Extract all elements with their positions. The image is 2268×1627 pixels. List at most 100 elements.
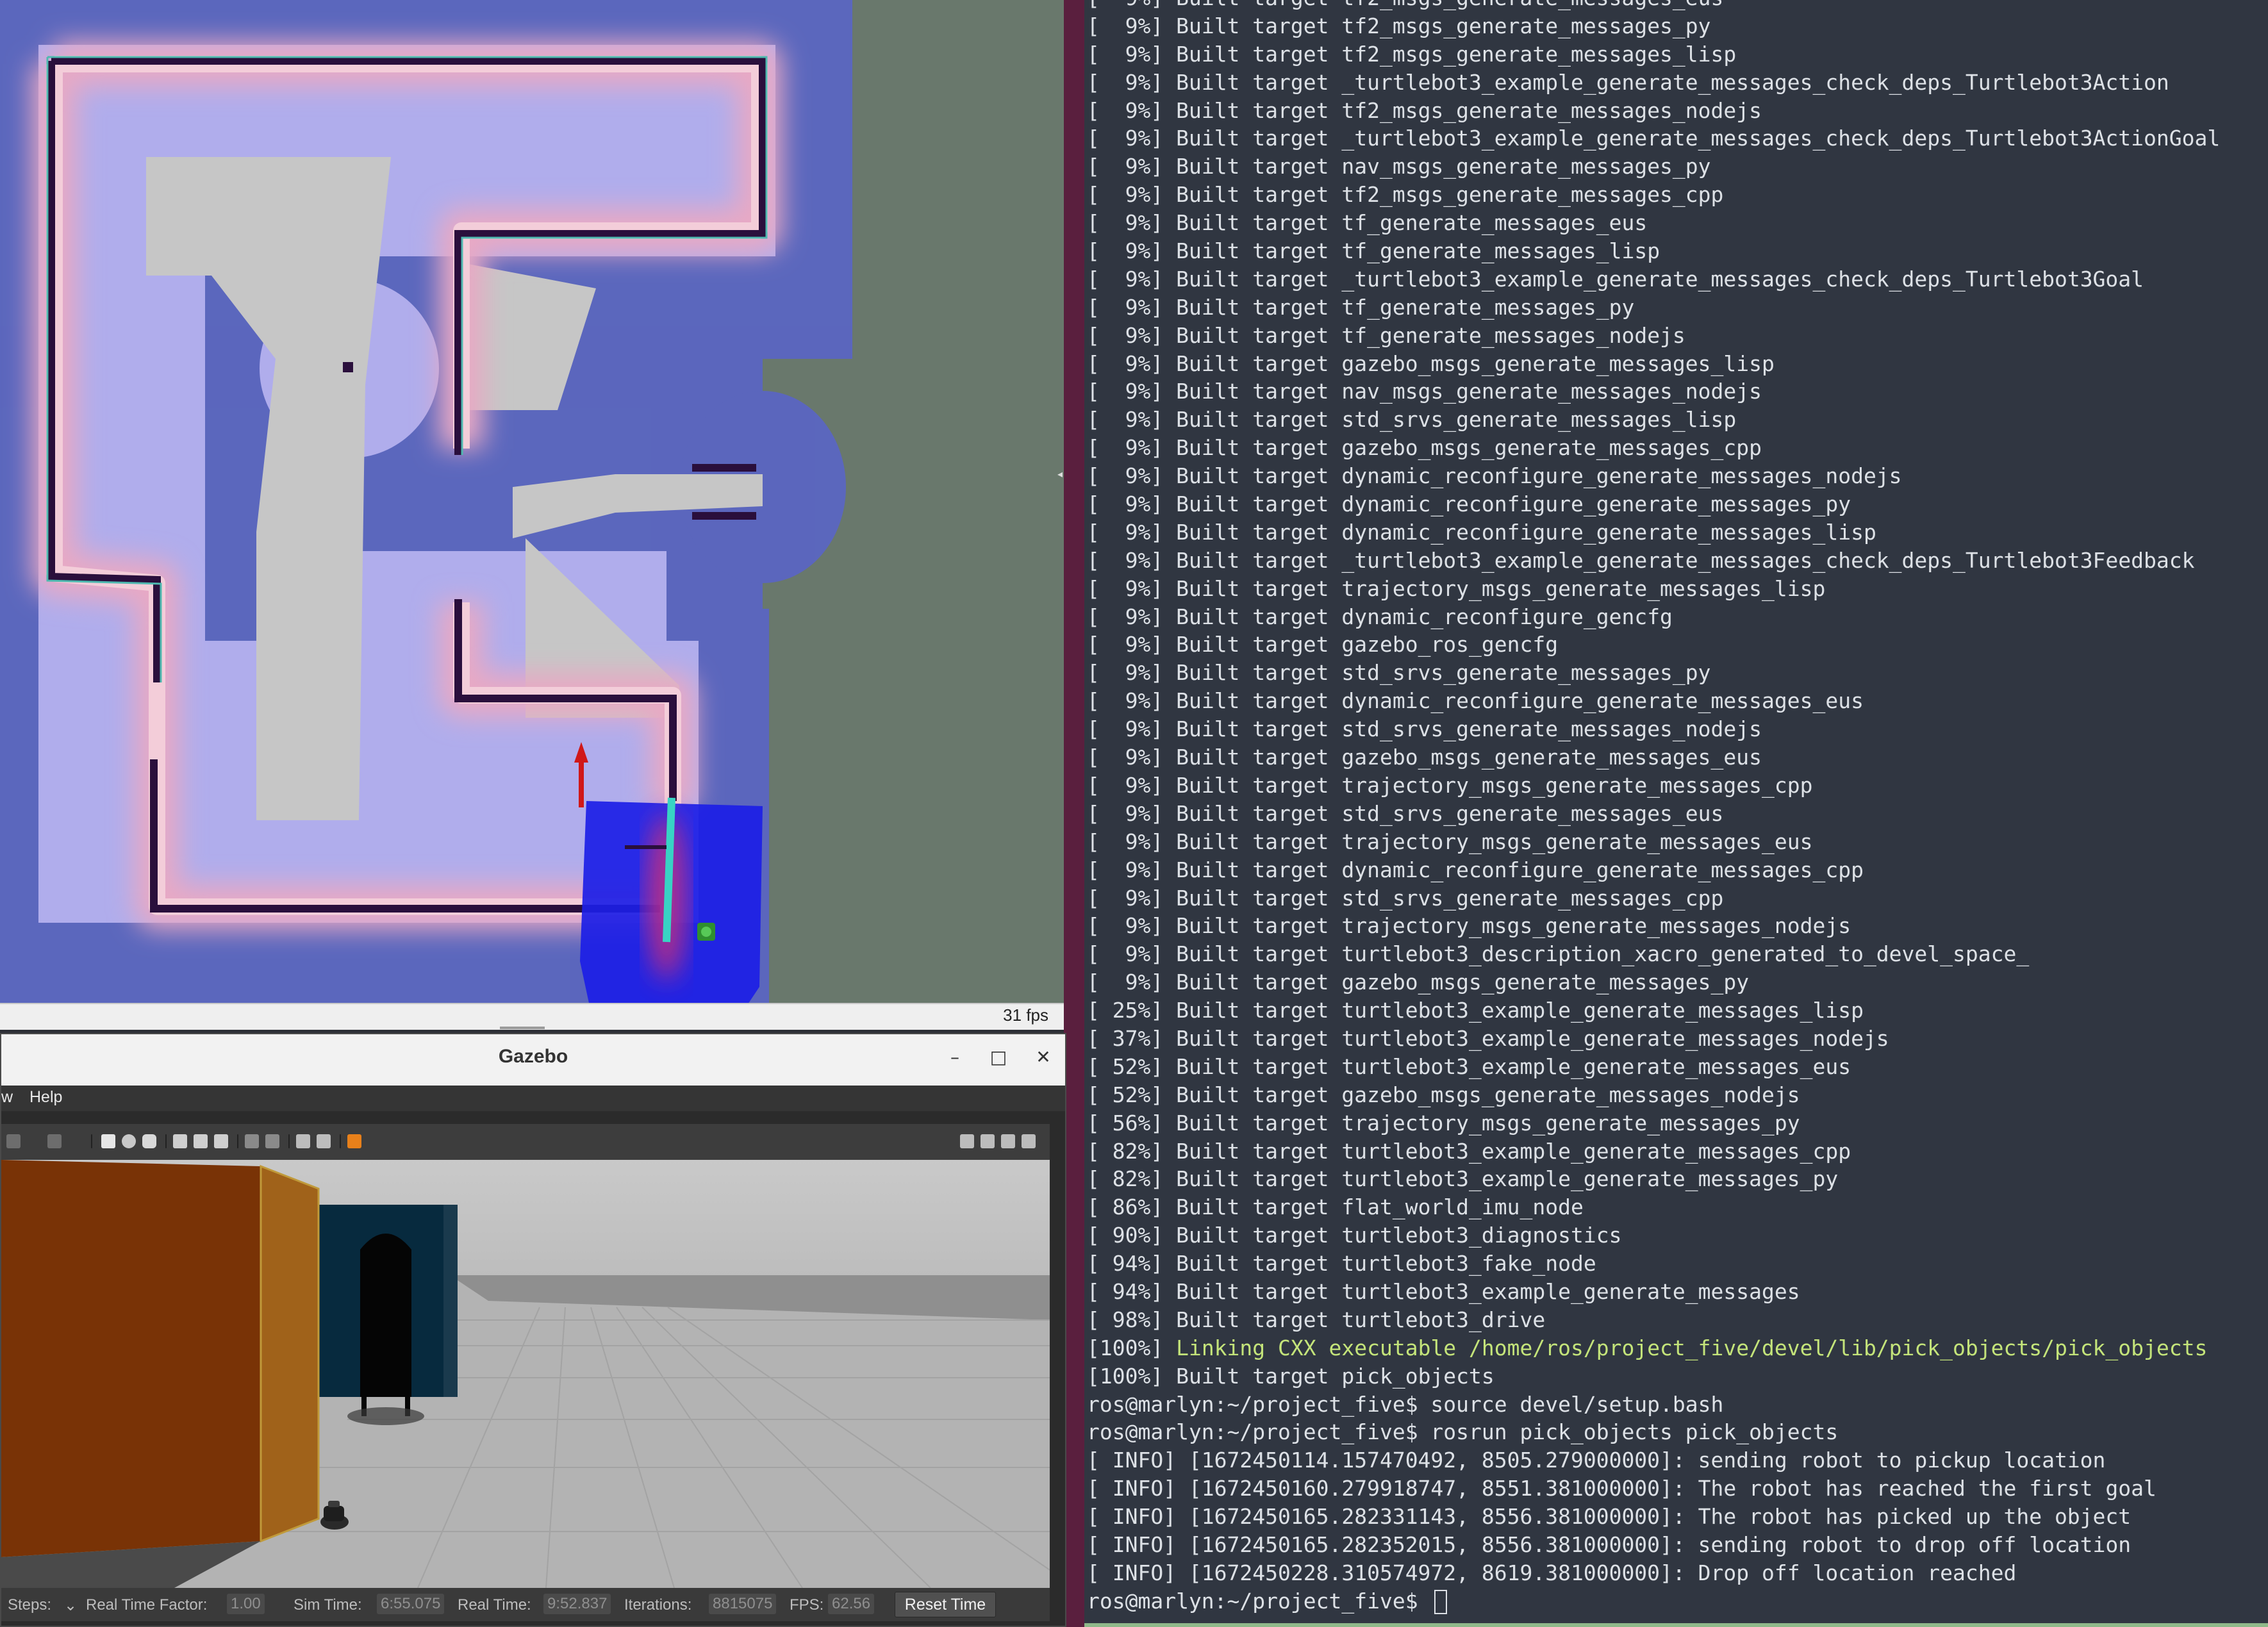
fps-label: FPS: — [790, 1596, 824, 1614]
terminal-line-text: Built target trajectory_msgs_generate_me… — [1163, 1110, 1800, 1136]
terminal-line: [ 9%] Built target std_srvs_generate_mes… — [1087, 659, 2220, 687]
terminal-line-text: Built target dynamic_reconfigure_generat… — [1163, 857, 1864, 882]
build-progress: [100%] — [1087, 1363, 1164, 1389]
terminal-line: [ 9%] Built target dynamic_reconfigure_g… — [1087, 462, 2220, 490]
toolbar-separator — [91, 1134, 92, 1148]
terminal-window[interactable]: [ 9%] Built target tf2_msgs_generate_mes… — [1084, 0, 2268, 1627]
cursor-icon — [1434, 1590, 1448, 1615]
build-progress: [ 9%] — [1087, 829, 1164, 854]
log-icon[interactable] — [981, 1134, 995, 1148]
steps-dropdown-icon[interactable]: ⌄ — [64, 1596, 77, 1615]
terminal-line-text: Built target gazebo_ros_gencfg — [1163, 632, 1559, 657]
terminal-line: [ INFO] [1672450165.282352015, 8556.3810… — [1087, 1531, 2220, 1559]
cylinder-icon[interactable] — [142, 1134, 156, 1148]
snap-icon[interactable] — [317, 1134, 331, 1148]
build-progress: [ 9%] — [1087, 210, 1164, 236]
terminal-line-text: Built target dynamic_reconfigure_gencfg — [1163, 604, 1673, 629]
terminal-line: [ 25%] Built target turtlebot3_example_g… — [1087, 996, 2220, 1025]
build-progress: [ 9%] — [1087, 463, 1164, 489]
build-progress: [ 94%] — [1087, 1251, 1164, 1276]
redo-icon[interactable] — [47, 1134, 62, 1148]
terminal-line-text: Built target trajectory_msgs_generate_me… — [1163, 829, 1813, 854]
terminal-line-text: [ INFO] [1672450165.282352015, 8556.3810… — [1087, 1532, 2131, 1557]
spot-light-icon[interactable] — [194, 1134, 208, 1148]
gazebo-3d-view[interactable] — [1, 1160, 1050, 1588]
terminal-line: [ 9%] Built target turtlebot3_descriptio… — [1087, 940, 2220, 968]
terminal-line: [ 9%] Built target trajectory_msgs_gener… — [1087, 772, 2220, 800]
build-progress: [ 9%] — [1087, 41, 1164, 67]
terminal-line: [ 9%] Built target _turtlebot3_example_g… — [1087, 69, 2220, 97]
rtf-value: 1.00 — [227, 1594, 265, 1614]
terminal-line-text: [ INFO] [1672450160.279918747, 8551.3810… — [1087, 1476, 2156, 1501]
build-progress: [ 9%] — [1087, 97, 1164, 123]
menu-window[interactable]: w — [1, 1088, 13, 1107]
rtf-label: Real Time Factor: — [86, 1596, 208, 1614]
build-progress: [ 9%] — [1087, 182, 1164, 208]
terminal-line-text: Built target std_srvs_generate_messages_… — [1163, 407, 1737, 433]
terminal-line-text: Built target gazebo_msgs_generate_messag… — [1163, 351, 1775, 376]
terminal-line-text: Built target tf2_msgs_generate_messages_… — [1163, 97, 1762, 123]
terminal-line-text: [ INFO] [1672450228.310574972, 8619.3810… — [1087, 1560, 2017, 1585]
undo-icon[interactable] — [6, 1134, 21, 1148]
sim-time-label: Sim Time: — [294, 1596, 362, 1614]
build-progress: [ 9%] — [1087, 716, 1164, 742]
terminal-line-text: Built target turtlebot3_example_generate… — [1163, 1166, 1839, 1192]
panel-collapse-icon[interactable]: ◂ — [1057, 468, 1063, 480]
terminal-line: [ 9%] Built target gazebo_msgs_generate_… — [1087, 350, 2220, 378]
terminal-line-text: Built target gazebo_msgs_generate_messag… — [1163, 970, 1750, 995]
build-progress: [ 9%] — [1087, 745, 1164, 770]
color-icon[interactable] — [347, 1134, 361, 1148]
directional-light-icon[interactable] — [214, 1134, 228, 1148]
terminal-line-text: Built target std_srvs_generate_messages_… — [1163, 885, 1724, 911]
toolbar-separator — [165, 1134, 167, 1148]
copy-icon[interactable] — [245, 1134, 259, 1148]
terminal-line-text: Built target trajectory_msgs_generate_me… — [1163, 575, 1826, 601]
build-progress: [ 9%] — [1087, 379, 1164, 404]
terminal-prompt-line[interactable]: ros@marlyn:~/project_five$ — [1087, 1587, 2220, 1615]
terminal-line: [ 98%] Built target turtlebot3_drive — [1087, 1306, 2220, 1334]
sphere-icon[interactable] — [122, 1134, 136, 1148]
terminal-line-text: Built target dynamic_reconfigure_generat… — [1163, 463, 1902, 489]
screenshot-icon[interactable] — [960, 1134, 974, 1148]
terminal-line: [ 9%] Built target gazebo_msgs_generate_… — [1087, 743, 2220, 772]
build-progress: [ 9%] — [1087, 547, 1164, 573]
steps-label: Steps: — [8, 1596, 52, 1614]
build-progress: [ 9%] — [1087, 294, 1164, 320]
build-progress: [ 9%] — [1087, 575, 1164, 601]
close-icon[interactable]: ✕ — [1029, 1043, 1057, 1071]
terminal-line: [ INFO] [1672450228.310574972, 8619.3810… — [1087, 1559, 2220, 1587]
terminal-line-text: ros@marlyn:~/project_five$ source devel/… — [1087, 1391, 1724, 1417]
gazebo-title-bar[interactable]: Gazebo – □ ✕ — [1, 1034, 1065, 1086]
occupancy-map — [0, 0, 852, 1006]
terminal-line-text: Built target pick_objects — [1163, 1363, 1494, 1389]
build-progress: [ 9%] — [1087, 407, 1164, 433]
point-light-icon[interactable] — [173, 1134, 187, 1148]
terminal-line-text: Built target turtlebot3_example_generate… — [1163, 1278, 1800, 1304]
terminal-prompt: ros@marlyn:~/project_five$ — [1087, 1588, 1431, 1614]
splitter-handle[interactable] — [500, 1027, 545, 1029]
maximize-icon[interactable]: □ — [984, 1043, 1013, 1071]
terminal-line-text: Built target turtlebot3_example_generate… — [1163, 998, 1864, 1023]
gazebo-scene — [1, 1160, 1050, 1588]
box-icon[interactable] — [101, 1134, 115, 1148]
terminal-line: [ 9%] Built target tf_generate_messages_… — [1087, 293, 2220, 322]
terminal-line: [ 9%] Built target dynamic_reconfigure_g… — [1087, 490, 2220, 518]
real-time-value: 9:52.837 — [543, 1594, 611, 1614]
video-icon[interactable] — [1022, 1134, 1036, 1148]
gazebo-menu-bar: w Help — [1, 1086, 1065, 1111]
rviz-map-view[interactable] — [0, 0, 1064, 1006]
terminal-line: [ 9%] Built target _turtlebot3_example_g… — [1087, 124, 2220, 153]
paste-icon[interactable] — [265, 1134, 279, 1148]
scroll-bar[interactable] — [1056, 1160, 1065, 1621]
terminal-line-text: Built target _turtlebot3_example_generat… — [1163, 69, 2169, 95]
build-progress: [ 9%] — [1087, 491, 1164, 517]
plot-icon[interactable] — [1001, 1134, 1015, 1148]
build-progress: [ 56%] — [1087, 1110, 1164, 1136]
build-progress: [ 82%] — [1087, 1138, 1164, 1164]
reset-time-button[interactable]: Reset Time — [895, 1592, 996, 1617]
minimize-icon[interactable]: – — [941, 1043, 969, 1071]
menu-help[interactable]: Help — [29, 1088, 62, 1107]
select-icon[interactable] — [296, 1134, 310, 1148]
terminal-line-text: Built target tf2_msgs_generate_messages_… — [1163, 13, 1711, 38]
build-progress: [ 9%] — [1087, 772, 1164, 798]
